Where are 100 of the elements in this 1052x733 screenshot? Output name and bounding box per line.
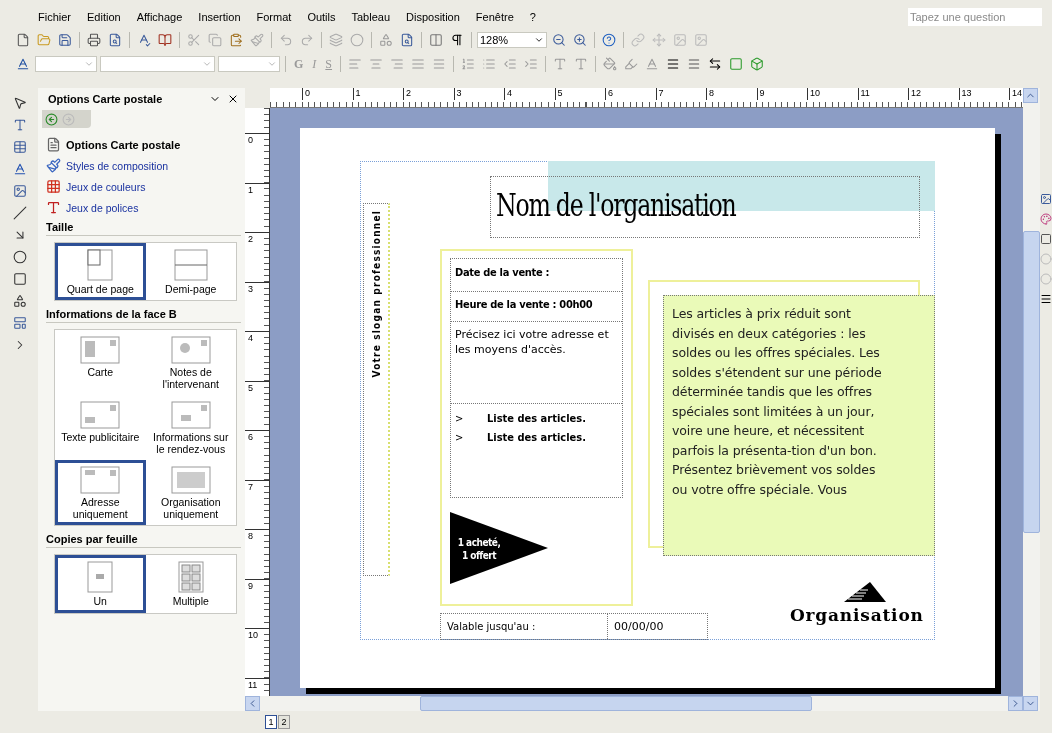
zoom-in-icon[interactable]: [571, 31, 589, 49]
menu-item[interactable]: Affichage: [128, 11, 191, 23]
zoom-field[interactable]: 128%: [477, 32, 547, 48]
style-field[interactable]: [35, 56, 97, 72]
circle-icon[interactable]: [1040, 273, 1052, 285]
ruler-label: 8: [245, 529, 269, 579]
book-icon[interactable]: [156, 31, 174, 49]
forward-icon[interactable]: [62, 112, 75, 126]
printer-icon[interactable]: [85, 31, 103, 49]
menu-item[interactable]: Insertion: [190, 11, 249, 23]
ruler-label: 6: [605, 88, 656, 100]
layers-icon[interactable]: [327, 31, 345, 49]
sale-date: Date de la vente :: [451, 259, 622, 292]
lines-icon[interactable]: [1040, 293, 1052, 305]
scroll-left-icon[interactable]: [245, 696, 260, 711]
postcard-icon: [170, 466, 211, 495]
scrollbar-thumb[interactable]: [420, 696, 812, 711]
layout-option[interactable]: Quart de page: [55, 243, 146, 301]
slogan-text: Votre slogan professionnel: [370, 210, 382, 378]
color-grid-icon: [46, 179, 61, 194]
ruler-label: 4: [245, 331, 269, 381]
page-tab[interactable]: 1: [265, 715, 277, 729]
postcard-icon: [170, 336, 211, 365]
design-gallery-icon[interactable]: [11, 314, 29, 332]
palette-icon[interactable]: [1040, 213, 1052, 225]
ruler-label: 5: [245, 380, 269, 430]
menu-item[interactable]: Tableau: [343, 11, 399, 23]
ruler-label: 5: [554, 88, 605, 100]
menu-item[interactable]: Edition: [79, 11, 129, 23]
ruler-label: 0: [245, 133, 269, 183]
body-paragraph: Les articles à prix réduit sont divisés en deux catégories : les soldes ou les offres spéciales. Les soldes s'étendent sur une période déterminée tandis que les offres spéciales sont limitées à un jour, voire une heure, et nécessitent parfois la présenta-tion d'un bon.: [672, 305, 883, 460]
section-title: Taille: [46, 221, 241, 236]
validity-label: Valable jusqu'au :: [446, 621, 537, 632]
scroll-right-icon[interactable]: [1008, 696, 1023, 711]
ruler-label: 12: [908, 88, 959, 100]
postcard-icon: [170, 401, 211, 430]
scroll-down-icon[interactable]: [1023, 696, 1038, 711]
scrollbar-thumb[interactable]: [1023, 231, 1040, 533]
line-icon[interactable]: [11, 204, 29, 222]
save-icon[interactable]: [56, 31, 74, 49]
list-item: > Liste des articles.: [455, 412, 587, 425]
ruler-label: 3: [245, 281, 269, 331]
validity-date: 00/00/00: [607, 614, 664, 639]
ruler-label: 9: [756, 88, 807, 100]
square-icon[interactable]: [1040, 233, 1052, 245]
page-tab[interactable]: 2: [278, 715, 290, 729]
layout-option[interactable]: Adresse uniquement: [55, 460, 146, 526]
copy-icon[interactable]: [206, 31, 224, 49]
ruler-label: 3: [453, 88, 504, 100]
table-icon[interactable]: [11, 138, 29, 156]
postcard-icon: [80, 466, 121, 495]
ruler-label: 1: [245, 182, 269, 232]
oval-icon[interactable]: [11, 248, 29, 266]
font-size-field[interactable]: [218, 56, 280, 72]
circle-icon[interactable]: [348, 31, 366, 49]
ruler-label: 11: [857, 88, 908, 100]
postcard-icon: [80, 336, 121, 365]
section-title: Informations de la face B: [46, 308, 241, 324]
pane-link[interactable]: Jeux de polices: [42, 197, 245, 218]
dropdown-icon[interactable]: [534, 35, 544, 45]
link-icon[interactable]: [629, 31, 647, 49]
document-icon: [46, 137, 61, 152]
ruler-label: 0: [302, 88, 353, 100]
move-icon[interactable]: [650, 31, 668, 49]
scroll-up-icon[interactable]: [1023, 88, 1038, 103]
offer-text: 1 acheté, 1 offert: [456, 536, 502, 562]
pane-link[interactable]: Styles de composition: [42, 155, 245, 176]
menu-item[interactable]: Outils: [299, 11, 344, 23]
menu-item[interactable]: ?: [521, 11, 544, 23]
question-field[interactable]: Tapez une question: [908, 8, 1042, 26]
help-icon[interactable]: [600, 31, 618, 49]
back-icon[interactable]: [45, 112, 58, 126]
shapes-icon[interactable]: [11, 292, 29, 310]
ruler-label: 7: [655, 88, 706, 100]
circle-icon[interactable]: [1040, 253, 1052, 265]
ruler-label: 9: [245, 578, 269, 628]
font-field[interactable]: [100, 56, 215, 72]
rectangle-icon[interactable]: [11, 270, 29, 288]
brush-icon[interactable]: [248, 31, 266, 49]
ruler-label: 4: [504, 88, 555, 100]
pane-link[interactable]: Options Carte postale: [42, 134, 245, 155]
ruler-label: 6: [245, 430, 269, 480]
menu-item[interactable]: Disposition: [398, 11, 468, 23]
ruler-label: 8: [706, 88, 757, 100]
picture-icon[interactable]: [11, 182, 29, 200]
layout-option[interactable]: Un: [55, 555, 146, 613]
body-paragraph: Présentez brièvement vos soldes ou votre offre spéciale. Vous: [672, 461, 877, 499]
postcard-icon: [80, 401, 121, 430]
menu-item[interactable]: Fenêtre: [467, 11, 522, 23]
zoom-out-icon[interactable]: [550, 31, 568, 49]
menu-item[interactable]: Fichier: [30, 11, 79, 23]
sale-time: Heure de la vente : 00h00: [451, 292, 622, 322]
organisation-heading: Nom de l'organisation: [496, 186, 736, 224]
pane-link[interactable]: Jeux de couleurs: [42, 176, 245, 197]
ruler-label: 10: [807, 88, 858, 100]
menu-item[interactable]: Format: [248, 11, 300, 23]
brush-icon: [46, 158, 61, 173]
picture-icon[interactable]: [1040, 193, 1052, 205]
close-icon[interactable]: [227, 93, 239, 105]
ruler-label: 10: [245, 628, 269, 678]
